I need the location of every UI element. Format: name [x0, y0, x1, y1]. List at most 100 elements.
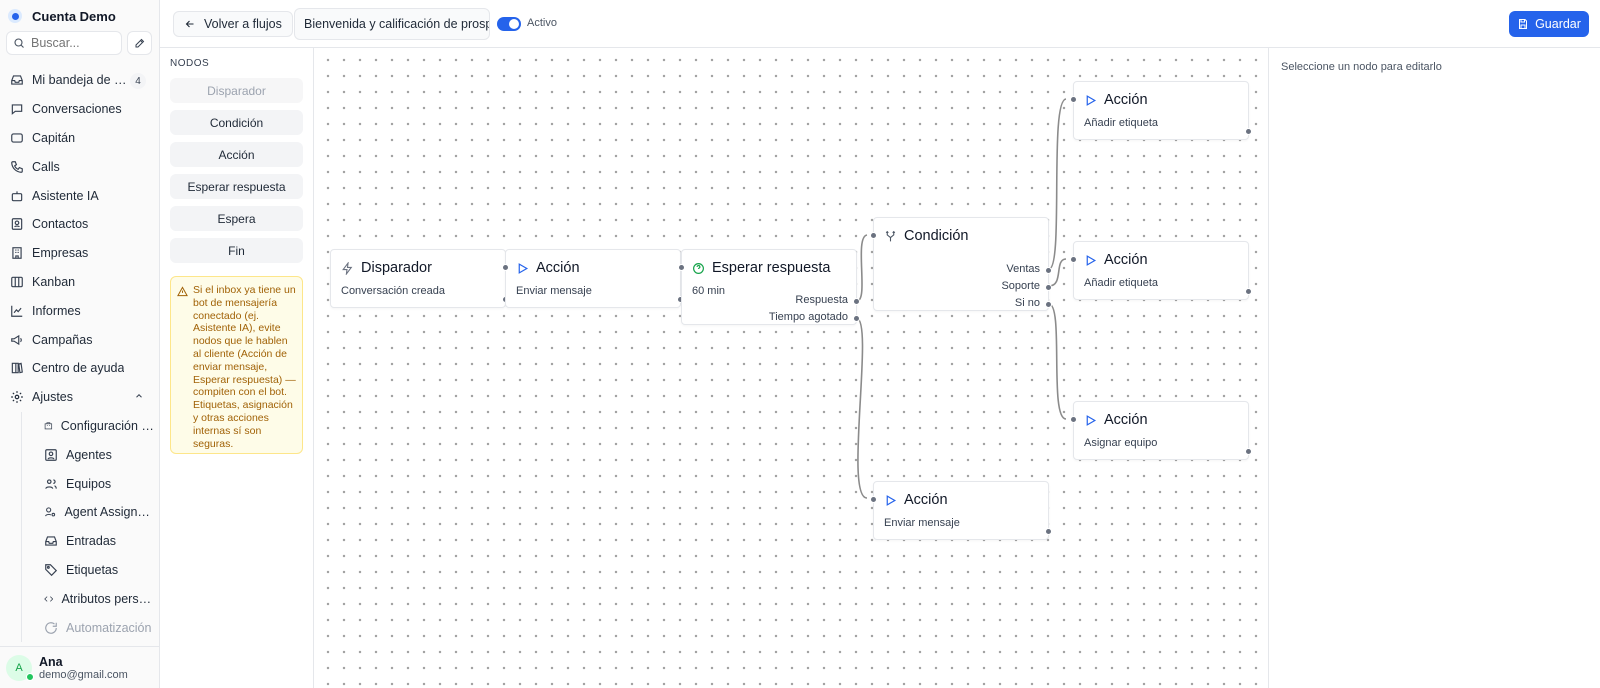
input-port[interactable]: [870, 496, 877, 503]
play-icon: [1086, 414, 1097, 426]
chevron-up-icon[interactable]: [134, 391, 144, 401]
sidebar: Cuenta Demo Mi bandeja de entrada 4 Conv…: [0, 0, 160, 688]
editor-header: Volver a flujos Activo Guardar: [160, 0, 1600, 48]
node-title: Condición: [904, 228, 969, 244]
sidebar-item-account-settings[interactable]: Configuración de la cuenta: [21, 411, 154, 441]
node-subtitle: Asignar equipo: [1084, 437, 1158, 449]
edge-condition-else-to-action: [1048, 303, 1067, 420]
online-status-dot: [26, 672, 34, 681]
output-port-else[interactable]: [1045, 301, 1052, 308]
sidebar-item-help-center[interactable]: Centro de ayuda: [6, 354, 154, 383]
node-inspector: Seleccione un nodo para editarlo: [1268, 48, 1600, 688]
output-port[interactable]: [1245, 128, 1252, 135]
flow-name-input[interactable]: [294, 8, 490, 40]
node-action-add-tag[interactable]: Acción Añadir etiqueta: [1070, 81, 1252, 140]
sidebar-item-conversations[interactable]: Conversaciones: [6, 95, 154, 124]
sidebar-item-teams[interactable]: Equipos: [21, 469, 154, 498]
palette-item-end[interactable]: Fin: [170, 238, 303, 263]
sidebar-item-inbox[interactable]: Mi bandeja de entrada 4: [6, 66, 154, 95]
sidebar-item-label: Asistente IA: [32, 188, 99, 203]
output-port-sales[interactable]: [1045, 267, 1052, 274]
input-port[interactable]: [502, 264, 509, 271]
save-button[interactable]: Guardar: [1509, 11, 1589, 37]
node-palette: NODOS Disparador Condición Acción Espera…: [160, 48, 314, 688]
user-profile[interactable]: A Ana demo@gmail.com: [0, 646, 159, 688]
palette-item-condition[interactable]: Condición: [170, 110, 303, 135]
input-port[interactable]: [870, 232, 877, 239]
active-toggle[interactable]: [497, 17, 521, 31]
active-toggle-label: Activo: [527, 17, 557, 29]
node-action-add-tag[interactable]: Acción Añadir etiqueta: [1070, 241, 1252, 300]
search-input[interactable]: [31, 36, 121, 50]
node-action-assign-team[interactable]: Acción Asignar equipo: [1070, 401, 1252, 460]
edge-condition-support-to-action: [1048, 258, 1067, 287]
input-port[interactable]: [1070, 416, 1077, 423]
palette-item-trigger[interactable]: Disparador: [170, 78, 303, 103]
output-port-timeout[interactable]: [853, 315, 860, 322]
node-title: Acción: [1104, 92, 1148, 108]
sidebar-item-label: Capitán: [32, 130, 76, 145]
sidebar-item-label: Automatización: [66, 620, 152, 635]
chat-bubble-icon: [11, 104, 23, 116]
node-header: Acción: [1084, 412, 1148, 428]
node-title: Acción: [1104, 252, 1148, 268]
megaphone-icon: [11, 334, 22, 345]
sidebar-item-agent-assignment[interactable]: Agent Assignment: [21, 497, 154, 527]
book-icon: [11, 362, 23, 374]
sidebar-item-label: Agentes: [66, 447, 112, 462]
node-title: Acción: [536, 260, 580, 276]
node-title: Disparador: [361, 260, 432, 276]
output-label-timeout: Tiempo agotado: [768, 311, 848, 323]
compose-button[interactable]: [127, 31, 152, 55]
sidebar-item-kanban[interactable]: Kanban: [6, 268, 154, 297]
search-box: [6, 31, 122, 55]
unread-badge: 4: [130, 73, 146, 89]
sidebar-item-agents[interactable]: Agentes: [21, 440, 154, 470]
node-header: Disparador: [341, 260, 432, 276]
sidebar-item-contacts[interactable]: Contactos: [6, 210, 154, 239]
sidebar-item-companies[interactable]: Empresas: [6, 239, 154, 268]
flow-canvas[interactable]: Disparador Conversación creada Acción En…: [314, 48, 1268, 688]
sidebar-item-settings[interactable]: Ajustes: [6, 383, 154, 412]
output-port[interactable]: [1245, 288, 1252, 295]
node-subtitle: Enviar mensaje: [516, 285, 592, 297]
sidebar-item-reports[interactable]: Informes: [6, 296, 154, 325]
sidebar-item-automation[interactable]: Automatización: [21, 613, 154, 642]
sidebar-item-inboxes[interactable]: Entradas: [21, 526, 154, 556]
sidebar-item-label: Informes: [32, 303, 81, 318]
node-header: Acción: [1084, 252, 1148, 268]
output-port[interactable]: [1245, 448, 1252, 455]
account-switcher[interactable]: Cuenta Demo: [8, 6, 116, 26]
palette-item-action[interactable]: Acción: [170, 142, 303, 167]
inbox-icon: [45, 536, 57, 546]
input-port[interactable]: [1070, 256, 1077, 263]
input-port[interactable]: [678, 264, 685, 271]
phone-icon: [11, 160, 23, 173]
sidebar-item-campaigns[interactable]: Campañas: [6, 325, 154, 354]
node-action-send-message[interactable]: Acción Enviar mensaje: [870, 481, 1052, 540]
palette-item-wait-reply[interactable]: Esperar respuesta: [170, 174, 303, 199]
sidebar-item-captain[interactable]: Capitán: [6, 124, 154, 153]
user-email: demo@gmail.com: [39, 668, 128, 681]
node-trigger[interactable]: Disparador Conversación creada: [330, 249, 509, 308]
sidebar-item-label: Agent Assignment: [64, 505, 154, 520]
output-port-response[interactable]: [853, 298, 860, 305]
lightning-icon: [342, 261, 353, 275]
node-action-send-message[interactable]: Acción Enviar mensaje: [502, 249, 684, 308]
edge-condition-sales-to-action: [1048, 98, 1067, 270]
sidebar-item-custom-attributes[interactable]: Atributos personalizados: [21, 584, 154, 614]
output-port-support[interactable]: [1045, 284, 1052, 291]
edge-wait-timeout-to-action: [856, 317, 868, 499]
chart-line-icon: [11, 305, 23, 317]
sidebar-item-calls[interactable]: Calls: [6, 152, 154, 181]
sidebar-item-ai-assistant[interactable]: Asistente IA: [6, 181, 154, 210]
input-port[interactable]: [1070, 96, 1077, 103]
account-name: Cuenta Demo: [32, 8, 116, 24]
output-port[interactable]: [1045, 528, 1052, 535]
sidebar-item-labels[interactable]: Etiquetas: [21, 555, 154, 585]
back-to-flows-button[interactable]: Volver a flujos: [173, 11, 293, 37]
node-wait-reply[interactable]: Esperar respuesta 60 min Respuesta Tiemp…: [678, 249, 860, 325]
node-condition[interactable]: Condición Ventas Soporte Si no: [870, 217, 1052, 311]
palette-item-delay[interactable]: Espera: [170, 206, 303, 231]
pencil-icon: [135, 38, 144, 48]
